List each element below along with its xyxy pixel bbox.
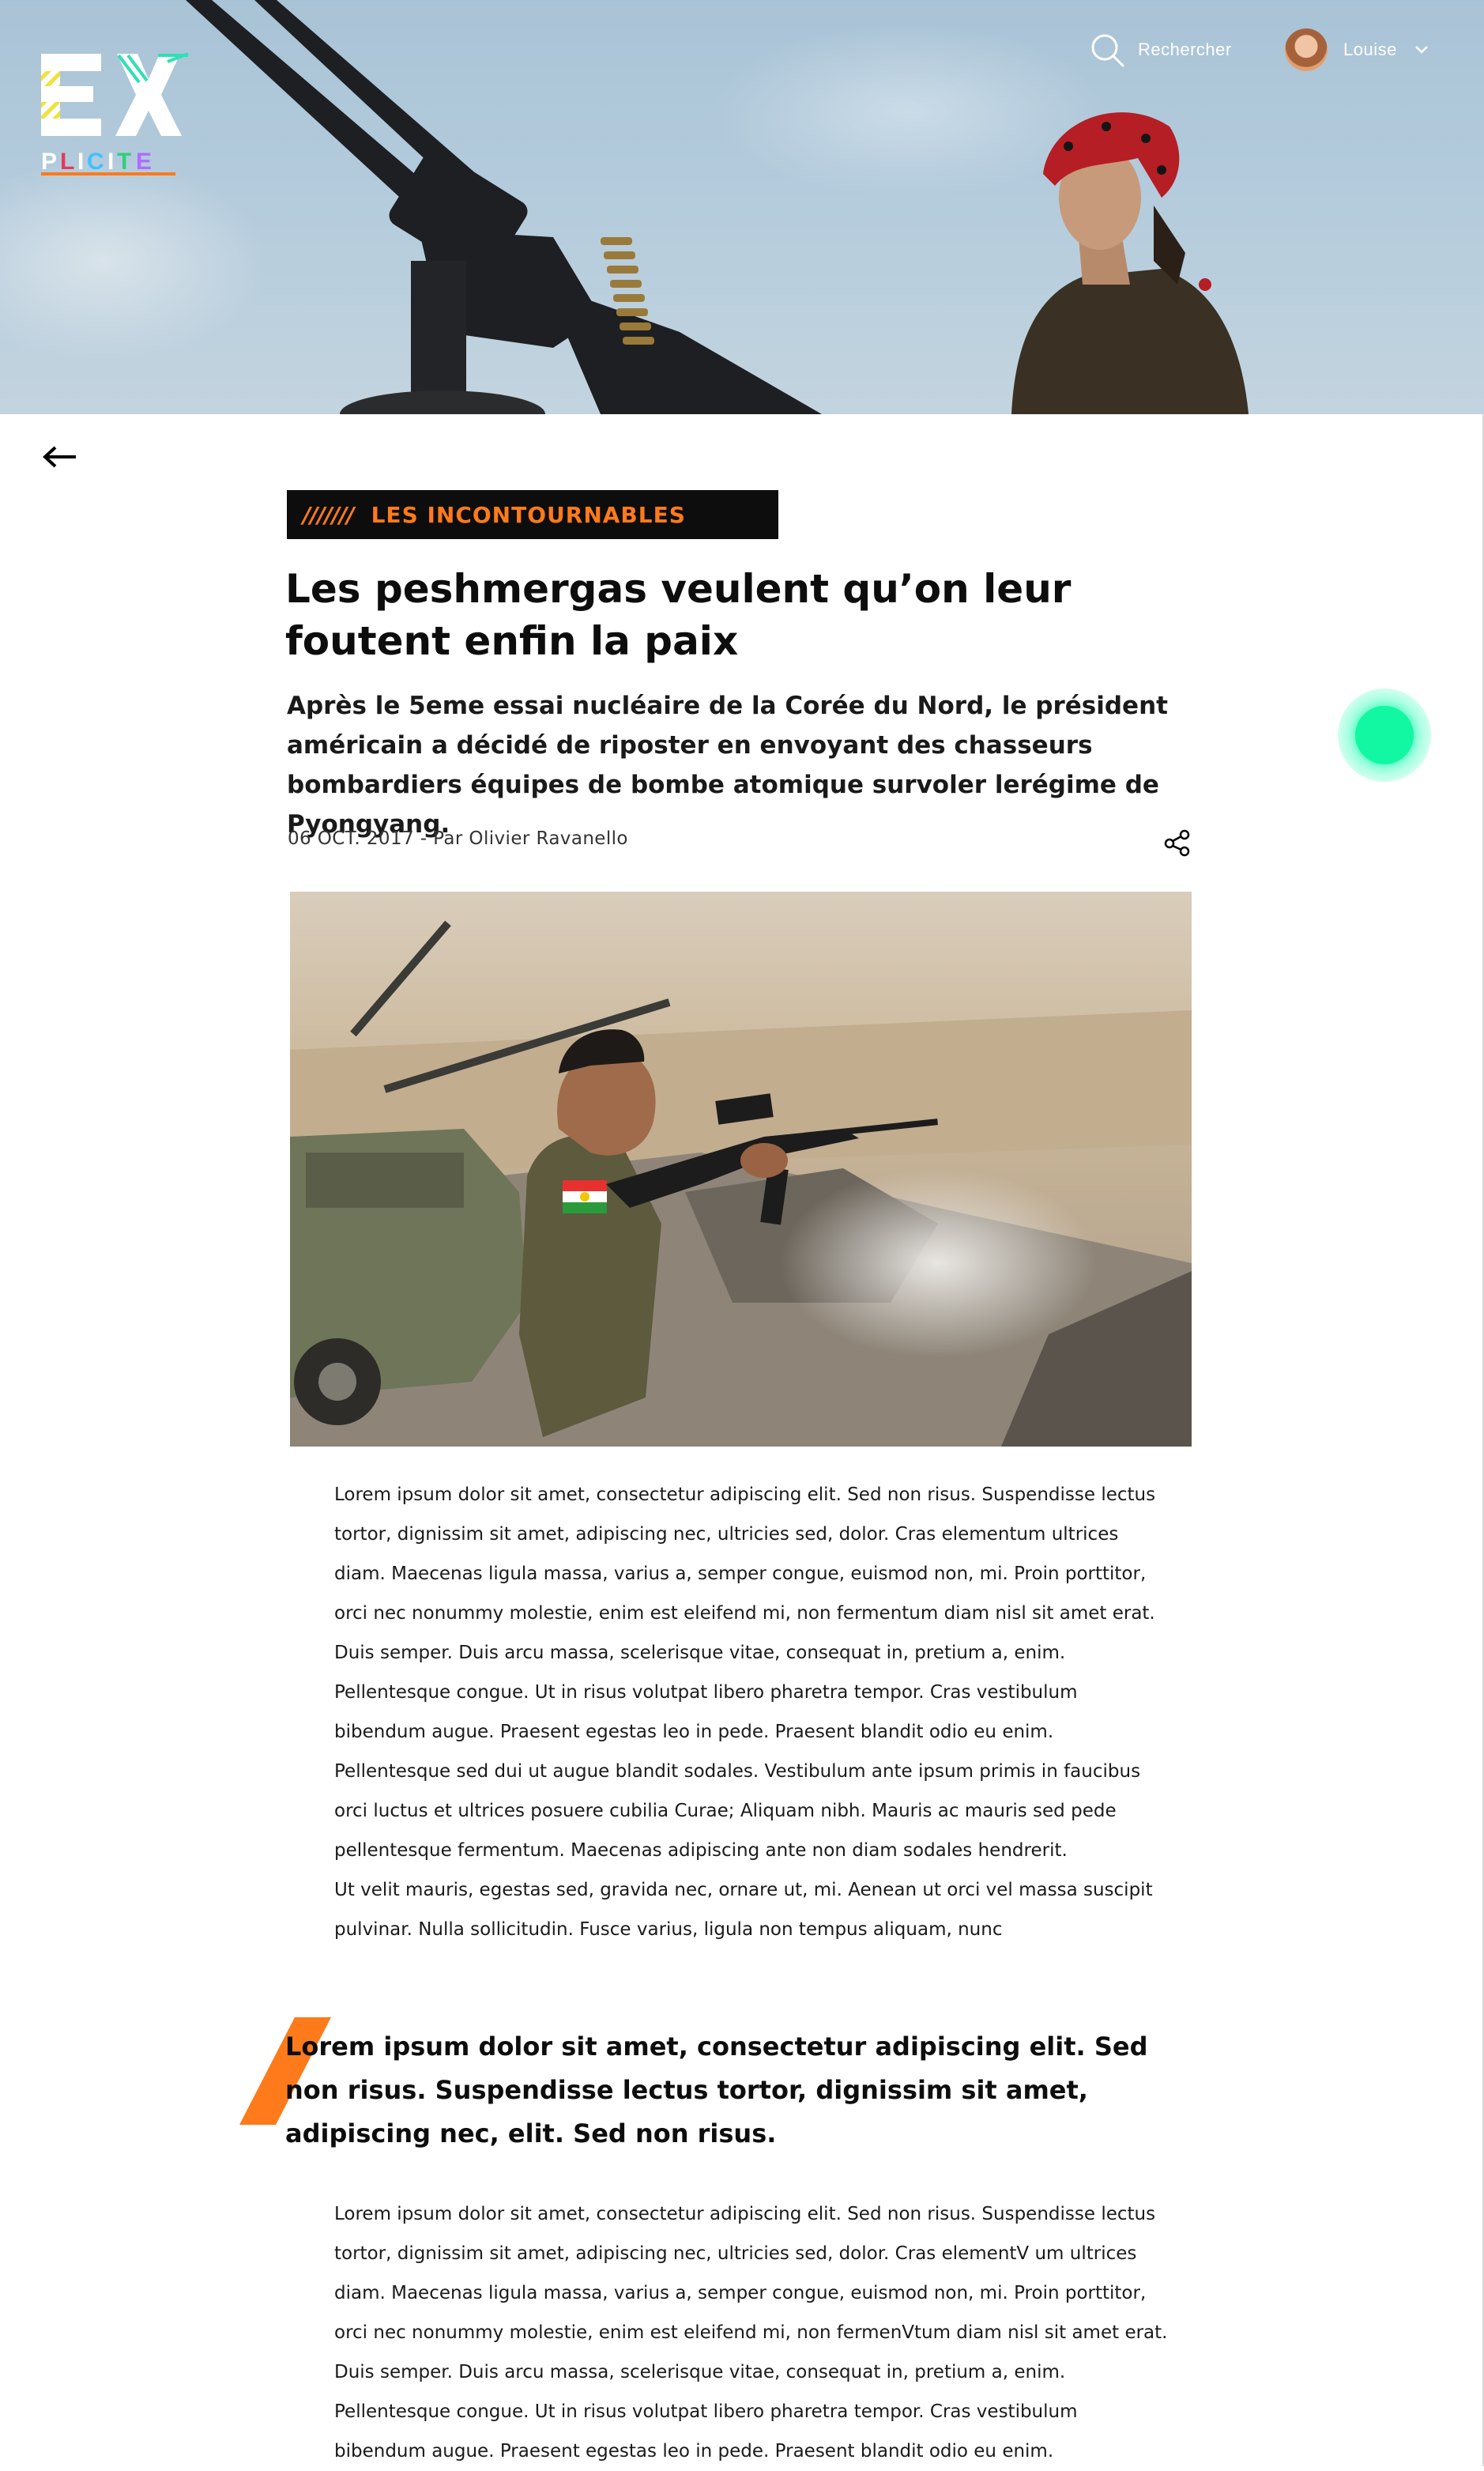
article-subtitle: Après le 5eme essai nucléaire de la Coré…: [287, 692, 1168, 839]
arrow-left-icon[interactable]: [41, 444, 79, 470]
user-name: Louise: [1343, 40, 1397, 59]
svg-text:L: L: [60, 149, 74, 175]
svg-text:E: E: [136, 149, 152, 175]
svg-text:C: C: [87, 149, 104, 175]
floating-action-button[interactable]: [1338, 688, 1431, 782]
search-button[interactable]: Rechercher: [1089, 32, 1232, 68]
chevron-down-icon: [1414, 46, 1428, 54]
article-title: Les peshmergas veulent qu’on leur fouten…: [285, 566, 1072, 664]
svg-text:T: T: [117, 149, 131, 175]
svg-text:P: P: [41, 149, 57, 175]
category-stripes: ///////: [303, 501, 355, 528]
paragraph: Lorem ipsum dolor sit amet, consectetur …: [334, 1484, 1156, 1861]
article-body-2: Lorem ipsum dolor sit amet, consectetur …: [334, 2194, 1172, 2471]
paragraph: Lorem ipsum dolor sit amet, consectetur …: [334, 2204, 1168, 2462]
svg-text:I: I: [107, 149, 114, 175]
svg-text:I: I: [77, 149, 84, 175]
article-meta: 06 OCT. 2017 - Par Olivier Ravanello: [288, 828, 628, 849]
article-photo: [290, 892, 1192, 1447]
search-label: Rechercher: [1138, 40, 1232, 59]
hero-image: [186, 0, 1249, 414]
pull-quote: Lorem ipsum dolor sit amet, consectetur …: [285, 2032, 1148, 2148]
user-menu[interactable]: Louise: [1285, 28, 1430, 71]
explicite-logo[interactable]: P L I C I T E: [40, 51, 198, 177]
share-icon[interactable]: [1163, 828, 1192, 857]
article-body-1: Lorem ipsum dolor sit amet, consectetur …: [334, 1475, 1172, 1949]
category-tag[interactable]: /////// LES INCONTOURNABLES: [287, 490, 778, 539]
search-icon: [1091, 34, 1124, 67]
hero-banner: P L I C I T E Rechercher Louise: [0, 0, 1484, 414]
paragraph: Ut velit mauris, egestas sed, gravida ne…: [334, 1880, 1153, 1940]
user-avatar: [1285, 28, 1328, 71]
floating-action-dot: [1355, 706, 1414, 764]
category-label: LES INCONTOURNABLES: [371, 501, 686, 528]
